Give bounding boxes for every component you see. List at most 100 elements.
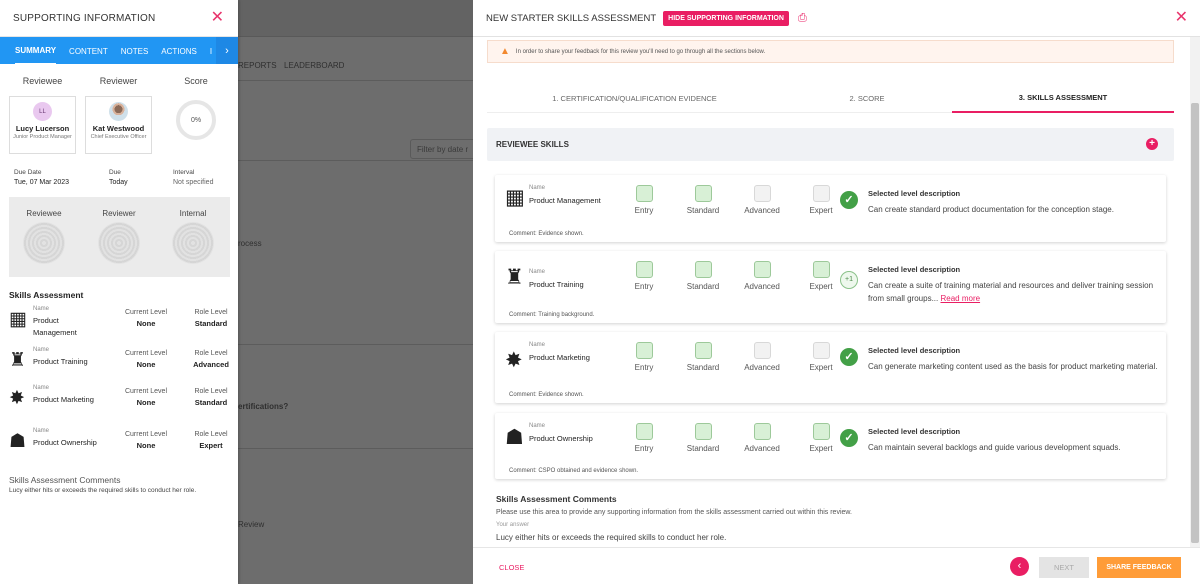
interval-value: Not specified <box>173 179 214 186</box>
description-text: Can maintain several backlogs and guide … <box>868 443 1121 452</box>
name-label: Name <box>33 428 50 434</box>
read-more-link[interactable]: Read more <box>940 294 980 303</box>
answer-field[interactable]: Lucy either hits or exceeds the required… <box>496 533 726 542</box>
skills-assessment-title: Skills Assessment <box>9 290 84 300</box>
level-expert[interactable]: Expert <box>801 185 841 215</box>
level-standard[interactable]: Standard <box>683 423 723 453</box>
level-entry[interactable]: Entry <box>624 185 664 215</box>
tab-summary[interactable]: SUMMARY <box>15 37 57 65</box>
background-topbar <box>238 0 473 37</box>
role-level-value: Expert <box>199 441 223 450</box>
share-feedback-button[interactable]: SHARE FEEDBACK <box>1097 557 1181 578</box>
current-level-value: None <box>136 319 156 328</box>
skill-name: Product Marketing <box>33 395 94 404</box>
level-checkbox[interactable] <box>635 185 653 202</box>
tab-more[interactable]: I <box>210 38 212 64</box>
background-tab-leaderboard: LEADERBOARD <box>284 61 345 70</box>
step-skills-assessment[interactable]: 3. SKILLS ASSESSMENT <box>952 84 1174 113</box>
selected-level-description: Can maintain several backlogs and guide … <box>868 441 1158 454</box>
level-checkbox[interactable] <box>635 342 653 359</box>
chevron-right-icon[interactable]: › <box>216 37 238 64</box>
list-item: ✸ Name Product Marketing Current Level No… <box>9 385 233 419</box>
background-filter-input: Filter by date r <box>410 139 473 159</box>
level-label: Standard <box>686 363 720 372</box>
level-advanced[interactable]: Advanced <box>742 261 782 291</box>
tab-content[interactable]: CONTENT <box>69 38 108 64</box>
supporting-information-panel: SUPPORTING INFORMATION ✕ SUMMARY CONTENT… <box>0 0 238 584</box>
boxes-icon: ▦ <box>9 309 27 330</box>
list-item: ☗ Name Product Ownership Current Level No… <box>9 428 233 462</box>
marketing-icon: ✸ <box>9 388 25 409</box>
level-checkbox[interactable] <box>694 342 712 359</box>
level-label: Expert <box>809 444 833 453</box>
score-label: Score <box>184 76 208 86</box>
next-button[interactable]: NEXT <box>1039 557 1089 578</box>
level-standard[interactable]: Standard <box>683 185 723 215</box>
level-advanced[interactable]: Advanced <box>742 185 782 215</box>
level-expert[interactable]: Expert <box>801 342 841 372</box>
level-label: Expert <box>809 282 833 291</box>
check-icon: ✓ <box>840 191 858 209</box>
level-expert[interactable]: Expert <box>801 261 841 291</box>
level-checkbox[interactable] <box>635 423 653 440</box>
level-entry[interactable]: Entry <box>624 342 664 372</box>
level-checkbox[interactable] <box>694 423 712 440</box>
description-text: Can create standard product documentatio… <box>868 205 1114 214</box>
level-checkbox[interactable] <box>635 261 653 278</box>
background-tab-reports: REPORTS <box>238 61 277 70</box>
tab-actions[interactable]: ACTIONS <box>161 38 197 64</box>
chevron-left-icon[interactable]: ‹ <box>1010 557 1029 576</box>
reviewee-skills-header: REVIEWEE SKILLS + <box>487 128 1174 161</box>
level-advanced[interactable]: Advanced <box>742 342 782 372</box>
pdf-icon[interactable]: ⎙ <box>798 12 807 25</box>
name-label: Name <box>529 423 546 429</box>
level-checkbox[interactable] <box>812 423 830 440</box>
level-standard[interactable]: Standard <box>683 342 723 372</box>
level-checkbox[interactable] <box>753 342 771 359</box>
radar-chart-internal <box>172 222 214 264</box>
close-icon[interactable]: ✕ <box>211 10 224 26</box>
level-checkbox[interactable] <box>812 342 830 359</box>
level-checkbox[interactable] <box>753 185 771 202</box>
tab-notes[interactable]: NOTES <box>121 38 149 64</box>
divider <box>238 80 473 81</box>
scrollbar-thumb[interactable] <box>1191 103 1199 543</box>
level-checkbox[interactable] <box>694 185 712 202</box>
reviewer-label: Reviewer <box>99 76 138 86</box>
level-label: Standard <box>686 444 720 453</box>
due-date-value: Tue, 07 Mar 2023 <box>14 179 69 186</box>
hide-supporting-info-button[interactable]: HIDE SUPPORTING INFORMATION <box>663 10 789 26</box>
level-checkbox[interactable] <box>812 185 830 202</box>
level-entry[interactable]: Entry <box>624 423 664 453</box>
skill-card: ▦ Name Product Management Entry Standard A… <box>495 175 1166 242</box>
close-button[interactable]: CLOSE <box>499 563 524 572</box>
name-label: Name <box>529 342 546 348</box>
current-level-value: None <box>136 441 156 450</box>
level-standard[interactable]: Standard <box>683 261 723 291</box>
close-icon[interactable]: ✕ <box>1175 10 1188 26</box>
level-checkbox[interactable] <box>694 261 712 278</box>
add-skill-icon[interactable]: + <box>1146 138 1158 150</box>
step-certification[interactable]: 1. CERTIFICATION/QUALIFICATION EVIDENCE <box>487 84 782 113</box>
role-level-label: Role Level <box>194 350 228 357</box>
step-score[interactable]: 2. SCORE <box>787 84 947 113</box>
scrollbar[interactable] <box>1190 37 1200 547</box>
level-checkbox[interactable] <box>753 423 771 440</box>
level-checkbox[interactable] <box>812 261 830 278</box>
level-entry[interactable]: Entry <box>624 261 664 291</box>
radar-chart-reviewee <box>23 222 65 264</box>
level-checkbox[interactable] <box>753 261 771 278</box>
level-expert[interactable]: Expert <box>801 423 841 453</box>
panel-tabs: SUMMARY CONTENT NOTES ACTIONS I › <box>0 37 238 65</box>
ownership-icon: ☗ <box>505 426 524 449</box>
avatar: LL <box>33 102 52 121</box>
avatar <box>109 102 128 121</box>
list-item: ▦ Name Product Management Current Level N… <box>9 306 233 340</box>
skills-comments-title: Skills Assessment Comments <box>9 475 121 485</box>
level-advanced[interactable]: Advanced <box>742 423 782 453</box>
selected-level-label: Selected level description <box>868 189 961 198</box>
level-label: Entry <box>634 206 654 215</box>
skill-name: Product Management <box>529 196 601 205</box>
name-label: Name <box>529 185 546 191</box>
due-value: Today <box>109 179 128 186</box>
